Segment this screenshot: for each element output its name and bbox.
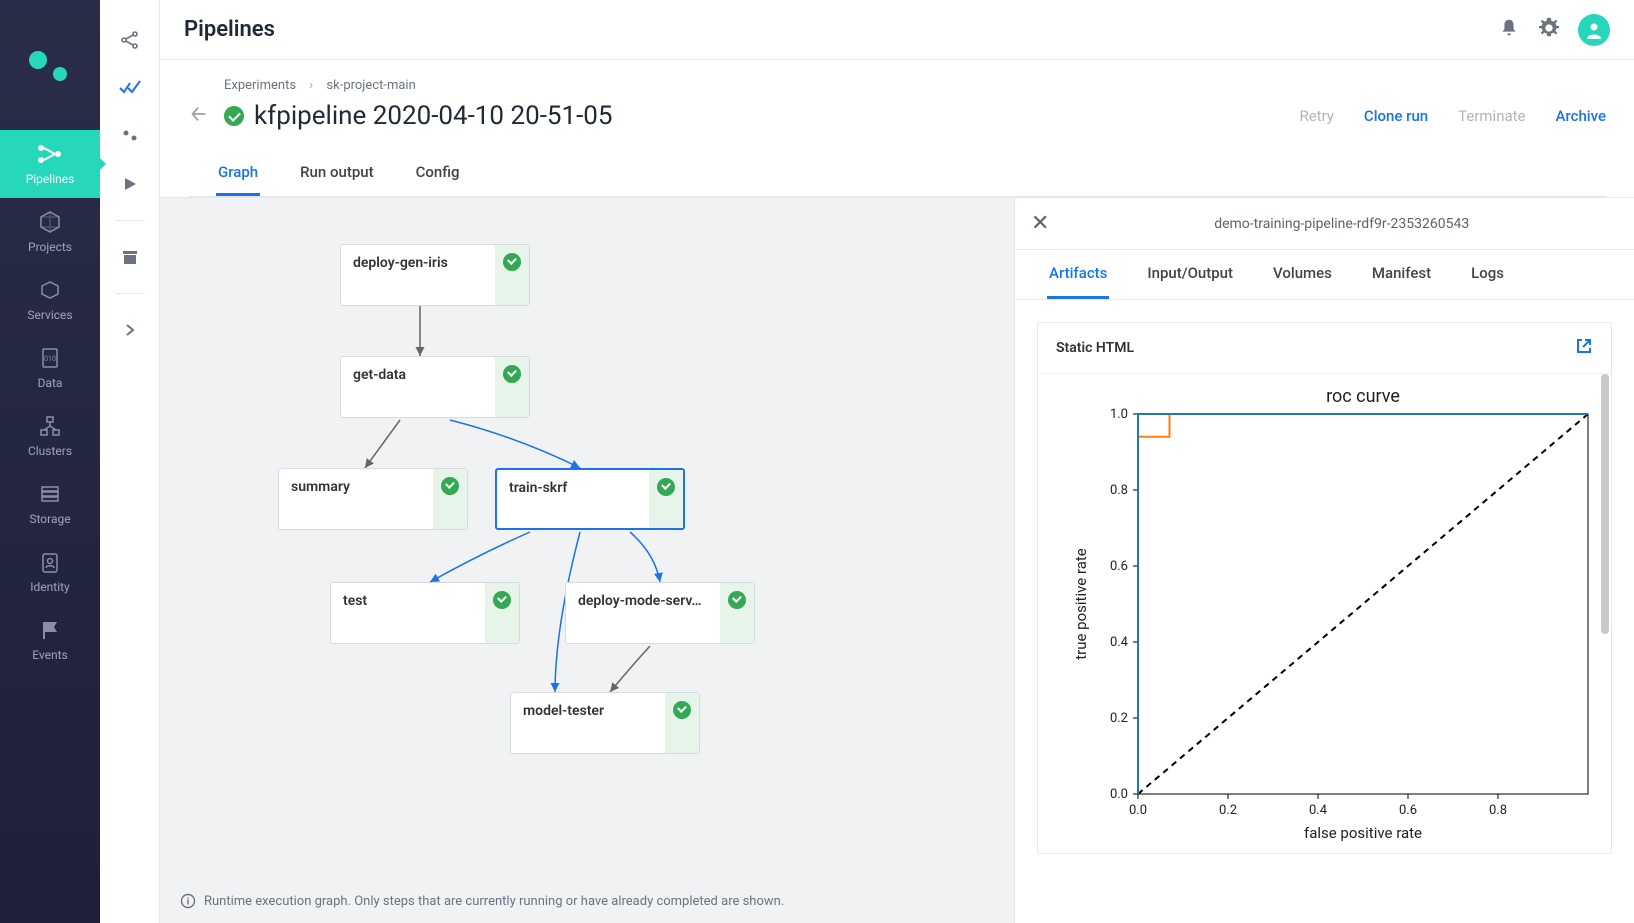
nav-projects[interactable]: Projects bbox=[0, 198, 100, 266]
bell-icon[interactable] bbox=[1498, 17, 1520, 43]
gear-icon[interactable] bbox=[1538, 17, 1560, 43]
terminate-button[interactable]: Terminate bbox=[1458, 107, 1525, 125]
graph-canvas[interactable]: deploy-gen-iris get-data summary train-s… bbox=[160, 198, 1014, 923]
nav-identity[interactable]: Identity bbox=[0, 538, 100, 606]
svg-text:roc curve: roc curve bbox=[1326, 386, 1400, 407]
tab-graph[interactable]: Graph bbox=[216, 151, 260, 196]
node-deploy-gen-iris[interactable]: deploy-gen-iris bbox=[340, 244, 530, 306]
rail-checkmarks-icon[interactable] bbox=[110, 68, 150, 108]
rail-play-icon[interactable] bbox=[110, 164, 150, 204]
card-title: Static HTML bbox=[1056, 340, 1134, 356]
node-get-data[interactable]: get-data bbox=[340, 356, 530, 418]
nav-storage[interactable]: Storage bbox=[0, 470, 100, 538]
panel-tab-manifest[interactable]: Manifest bbox=[1370, 250, 1433, 299]
check-icon bbox=[649, 470, 683, 528]
svg-text:010: 010 bbox=[44, 355, 56, 363]
svg-text:1.0: 1.0 bbox=[1110, 407, 1128, 422]
details-panel: ✕ demo-training-pipeline-rdf9r-235326054… bbox=[1014, 198, 1634, 923]
rail-chevron-right-icon[interactable] bbox=[110, 310, 150, 350]
nav-clusters[interactable]: Clusters bbox=[0, 402, 100, 470]
back-button[interactable] bbox=[188, 103, 210, 129]
check-icon bbox=[433, 469, 467, 529]
svg-text:0.4: 0.4 bbox=[1309, 803, 1328, 818]
avatar[interactable] bbox=[1578, 14, 1610, 46]
node-summary[interactable]: summary bbox=[278, 468, 468, 530]
roc-chart: roc curve 0.0 0.2 0.4 0.6 0.8 0.0 0.2 0.4 0.6 0.8 1… bbox=[1038, 373, 1611, 853]
check-icon bbox=[495, 357, 529, 417]
rail-dots-icon[interactable] bbox=[110, 116, 150, 156]
node-test[interactable]: test bbox=[330, 582, 520, 644]
node-train-skrf[interactable]: train-skrf bbox=[495, 468, 685, 530]
primary-nav: Pipelines Projects Services 010 Data Clu… bbox=[0, 0, 100, 923]
check-icon bbox=[495, 245, 529, 305]
panel-tab-volumes[interactable]: Volumes bbox=[1271, 250, 1334, 299]
check-icon bbox=[720, 583, 754, 643]
close-icon[interactable]: ✕ bbox=[1031, 213, 1049, 235]
crumb-experiments[interactable]: Experiments bbox=[224, 78, 296, 93]
retry-button[interactable]: Retry bbox=[1299, 107, 1333, 125]
rail-archive-icon[interactable] bbox=[110, 237, 150, 277]
status-success-icon bbox=[224, 106, 244, 126]
panel-tab-io[interactable]: Input/Output bbox=[1145, 250, 1235, 299]
svg-text:0.0: 0.0 bbox=[1110, 787, 1128, 802]
secondary-rail bbox=[100, 0, 160, 923]
svg-text:true positive rate: true positive rate bbox=[1072, 548, 1090, 660]
crumb-project[interactable]: sk-project-main bbox=[326, 78, 415, 93]
scrollbar-thumb[interactable] bbox=[1601, 374, 1609, 634]
breadcrumb: Experiments › sk-project-main bbox=[224, 78, 1606, 93]
svg-text:0.8: 0.8 bbox=[1110, 483, 1128, 498]
tab-run-output[interactable]: Run output bbox=[298, 151, 375, 196]
run-title: kfpipeline 2020-04-10 20-51-05 bbox=[224, 101, 613, 131]
check-icon bbox=[485, 583, 519, 643]
svg-text:0.0: 0.0 bbox=[1129, 803, 1147, 818]
node-model-tester[interactable]: model-tester bbox=[510, 692, 700, 754]
toolbar: Pipelines bbox=[160, 0, 1634, 60]
clone-run-button[interactable]: Clone run bbox=[1364, 107, 1428, 125]
svg-text:0.2: 0.2 bbox=[1110, 711, 1128, 726]
logo bbox=[0, 20, 100, 120]
panel-tab-logs[interactable]: Logs bbox=[1469, 250, 1506, 299]
page-title: Pipelines bbox=[184, 17, 275, 42]
svg-text:0.4: 0.4 bbox=[1110, 635, 1129, 650]
nav-data[interactable]: 010 Data bbox=[0, 334, 100, 402]
panel-tab-artifacts[interactable]: Artifacts bbox=[1047, 250, 1109, 299]
check-icon bbox=[665, 693, 699, 753]
nav-services[interactable]: Services bbox=[0, 266, 100, 334]
panel-title: demo-training-pipeline-rdf9r-2353260543 bbox=[1065, 216, 1618, 232]
rail-share-icon[interactable] bbox=[110, 20, 150, 60]
svg-text:0.8: 0.8 bbox=[1489, 803, 1507, 818]
artifact-card: Static HTML roc curve 0.0 0.2 0.4 0.6 0.8 0.0 0… bbox=[1037, 322, 1612, 854]
svg-text:0.6: 0.6 bbox=[1399, 803, 1417, 818]
nav-pipelines[interactable]: Pipelines bbox=[0, 130, 100, 198]
svg-text:0.6: 0.6 bbox=[1110, 559, 1128, 574]
svg-text:false positive rate: false positive rate bbox=[1304, 824, 1422, 842]
archive-button[interactable]: Archive bbox=[1556, 107, 1606, 125]
tab-config[interactable]: Config bbox=[414, 151, 462, 196]
node-deploy-mode-serv[interactable]: deploy-mode-serv… bbox=[565, 582, 755, 644]
open-external-icon[interactable] bbox=[1575, 337, 1593, 359]
svg-text:0.2: 0.2 bbox=[1219, 803, 1237, 818]
runtime-note: Runtime execution graph. Only steps that… bbox=[180, 893, 784, 909]
nav-events[interactable]: Events bbox=[0, 606, 100, 674]
